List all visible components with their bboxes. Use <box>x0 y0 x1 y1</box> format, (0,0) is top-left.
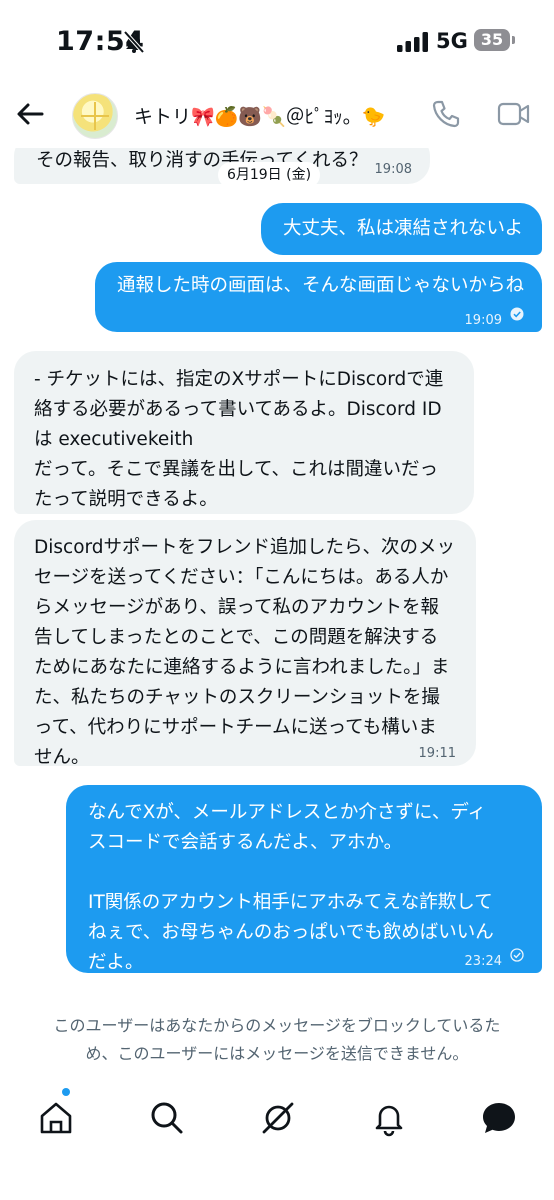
bottom-nav <box>0 1084 554 1200</box>
blocked-notice-text: このユーザーはあなたからのメッセージをブロックしているた め、このユーザーにはメ… <box>53 1016 501 1063</box>
message-timestamp: 23:24 <box>464 954 502 969</box>
battery-level: 35 <box>474 29 510 51</box>
video-icon[interactable] <box>497 100 531 128</box>
message-text: なんでXが、メールアドレスとか介さずに、ディ スコードで会話するんだよ、アホか。… <box>88 802 494 973</box>
messages-icon[interactable] <box>479 1098 519 1138</box>
message-received[interactable]: - チケットには、指定のXサポートにDiscordで連 絡する必要があるって書い… <box>14 351 474 514</box>
signal-icon <box>397 32 428 52</box>
message-received[interactable]: Discordサポートをフレンド追加したら、次のメッ セージを送ってください：「… <box>14 520 476 768</box>
home-icon[interactable] <box>36 1098 76 1138</box>
status-bar: 17:54 5G 35 <box>0 0 554 84</box>
back-arrow-icon[interactable] <box>14 98 46 130</box>
home-notification-dot <box>62 1088 70 1096</box>
battery-nub <box>512 36 515 44</box>
message-timestamp: 19:11 <box>418 746 456 761</box>
message-text: - チケットには、指定のXサポートにDiscordで連 絡する必要があるって書い… <box>34 369 444 510</box>
notifications-icon[interactable] <box>369 1098 409 1138</box>
message-timestamp: 19:08 <box>374 162 412 177</box>
avatar-art <box>81 115 109 117</box>
message-sent[interactable]: 大丈夫、私は凍結されないよ <box>261 203 542 255</box>
network-label: 5G <box>436 29 468 53</box>
date-separator: 6月19日 (金) <box>218 162 320 188</box>
message-text: Discordサポートをフレンド追加したら、次のメッ セージを送ってください：「… <box>34 537 456 768</box>
message-sent[interactable]: なんでXが、メールアドレスとか介さずに、ディ スコードで会話するんだよ、アホか。… <box>66 785 542 973</box>
message-timestamp: 19:09 <box>464 313 502 328</box>
battery-icon: 35 <box>474 29 518 53</box>
avatar[interactable] <box>72 93 118 139</box>
sent-check-icon <box>510 948 524 962</box>
message-sent[interactable]: 通報した時の画面は、そんな画面じゃないからね 19:09 <box>95 262 542 332</box>
read-check-icon <box>510 307 524 321</box>
bell-slash-icon <box>123 30 145 54</box>
grok-icon[interactable] <box>258 1098 298 1138</box>
message-text: 大丈夫、私は凍結されないよ <box>283 218 524 239</box>
phone-icon[interactable] <box>430 98 462 130</box>
conversation-header: キトリ🎀🍊🐻🍡＠ﾋﾟﾖｯ。🐤 <box>0 84 554 148</box>
message-text: 通報した時の画面は、そんな画面じゃないからね <box>117 275 525 296</box>
contact-name[interactable]: キトリ🎀🍊🐻🍡＠ﾋﾟﾖｯ。🐤 <box>134 102 385 129</box>
search-icon[interactable] <box>147 1098 187 1138</box>
blocked-notice: このユーザーはあなたからのメッセージをブロックしているた め、このユーザーにはメ… <box>30 1012 524 1068</box>
